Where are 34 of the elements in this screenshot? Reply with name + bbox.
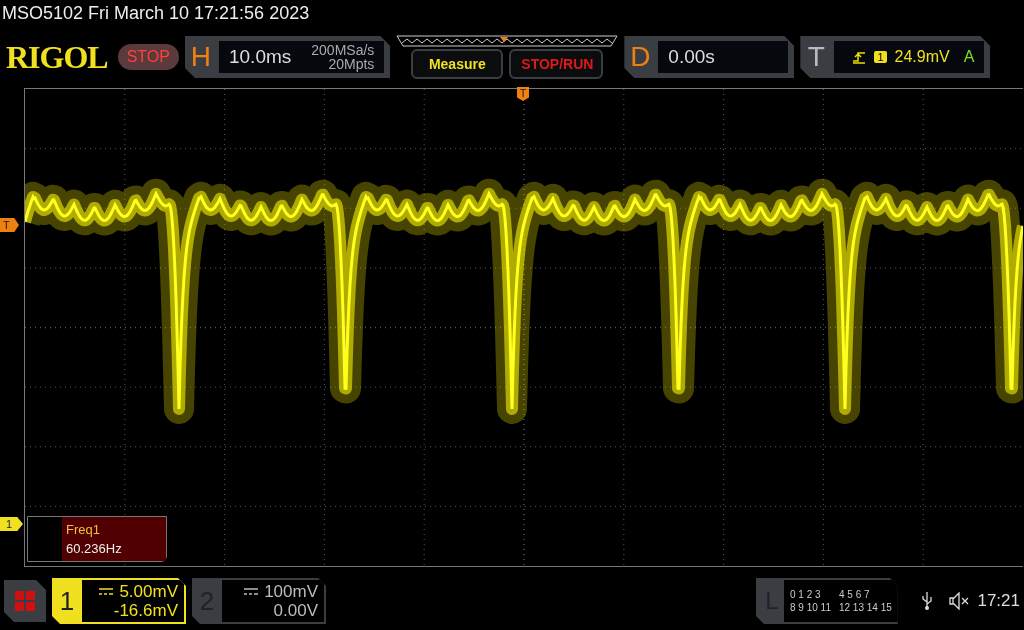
channel-scale: 5.00mV (119, 582, 178, 601)
trigger-level-marker[interactable]: T (0, 218, 19, 232)
delay-value: 0.00s (668, 46, 715, 68)
channel-number: 1 (58, 585, 76, 617)
channel-offset: -16.6mV (113, 601, 178, 620)
delay-label: D (629, 41, 652, 73)
clock: 17:21 (977, 591, 1020, 611)
header-button[interactable]: STOP/RUN (509, 49, 604, 79)
trigger-level: 24.9mV (894, 48, 950, 66)
header-button[interactable]: Measure (411, 49, 504, 79)
timebase-value: 10.0ms (228, 46, 292, 68)
measurement-name: Freq1 (66, 522, 101, 537)
logic-channel-numbers: 8 9 10 11 (790, 602, 831, 613)
channel-offset: 0.00V (273, 601, 318, 620)
channel-marker[interactable]: 1 (0, 517, 23, 531)
measurement-value: 60.236Hz (66, 541, 123, 556)
channel-scale: 100mV (264, 582, 318, 601)
logic-channel-numbers: 4 5 6 7 (838, 589, 871, 600)
horizontal-panel[interactable]: H 10.0ms 200MSa/s 20Mpts (184, 36, 391, 78)
trigger-panel[interactable]: T 1 24.9mV A (800, 36, 991, 78)
memory-depth: 20Mpts (328, 57, 375, 71)
delay-panel[interactable]: D 0.00s (624, 36, 795, 78)
trigger-label: T (806, 41, 826, 73)
logic-channel-numbers: 0 1 2 3 (790, 589, 822, 600)
channel-panel[interactable]: 1 5.00mV -16.6mV (52, 578, 186, 624)
run-state-indicator: STOP (117, 44, 179, 70)
trigger-position-marker[interactable]: T (517, 87, 529, 101)
logo: RIGOL (6, 38, 108, 76)
horizontal-label: H (189, 41, 213, 73)
status-title: MSO5102 Fri March 10 17:21:56 2023 (1, 2, 311, 25)
trigger-source-badge: 1 (874, 51, 887, 63)
trigger-mode: A (963, 48, 975, 66)
logic-channel-numbers: 12 13 14 15 (838, 602, 892, 613)
sample-rate: 200MSa/s (311, 43, 375, 57)
